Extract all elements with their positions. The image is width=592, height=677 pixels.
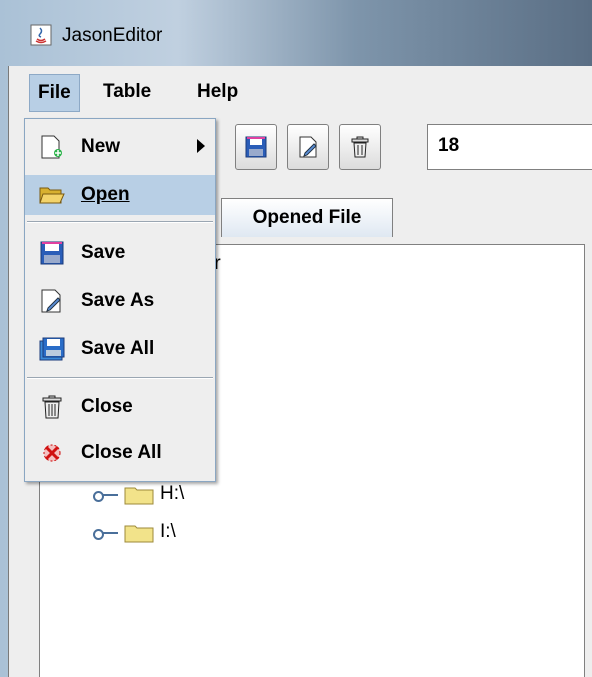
trash-icon bbox=[42, 395, 62, 419]
submenu-arrow-icon bbox=[197, 139, 205, 153]
folder-icon bbox=[124, 487, 154, 505]
menu-item-save-all[interactable]: Save All bbox=[25, 329, 215, 369]
menu-item-label: Close All bbox=[81, 442, 162, 463]
menu-item-close-all[interactable]: Close All bbox=[25, 433, 215, 473]
menu-help[interactable]: Help bbox=[189, 74, 246, 110]
app-window: JasonEditor File Table Help 18 Opened Fi… bbox=[0, 0, 592, 677]
menu-file[interactable]: File bbox=[29, 74, 80, 112]
menu-item-label: Save bbox=[81, 242, 126, 263]
number-field[interactable]: 18 bbox=[427, 124, 592, 170]
tree-expand-handle[interactable] bbox=[93, 529, 104, 540]
close-all-icon bbox=[43, 444, 61, 462]
save-all-icon bbox=[39, 337, 65, 361]
number-field-value: 18 bbox=[438, 135, 460, 156]
save-icon bbox=[40, 241, 64, 265]
menu-separator bbox=[27, 377, 213, 379]
menu-item-save-as[interactable]: Save As bbox=[25, 281, 215, 321]
save-as-icon bbox=[299, 136, 317, 158]
folder-icon bbox=[124, 525, 154, 543]
menu-item-label: Save All bbox=[81, 338, 155, 359]
tree-expand-handle[interactable] bbox=[93, 491, 104, 502]
menu-item-save[interactable]: Save bbox=[25, 233, 215, 273]
toolbar-save-button[interactable] bbox=[235, 124, 277, 170]
trash-icon bbox=[351, 136, 369, 158]
menu-item-label: Open bbox=[81, 184, 130, 205]
menu-item-label: Close bbox=[81, 396, 133, 417]
tree-item-label: I:\ bbox=[160, 521, 176, 542]
file-menu-dropdown: New Open Save Save As Save All Close Clo… bbox=[24, 118, 216, 482]
tree-item-label: H:\ bbox=[160, 483, 185, 504]
save-as-icon bbox=[41, 289, 61, 313]
window-title: JasonEditor bbox=[62, 25, 163, 46]
menu-item-label: New bbox=[81, 136, 121, 157]
menu-bar: File Table Help bbox=[9, 66, 592, 116]
menu-item-open[interactable]: Open bbox=[25, 175, 215, 215]
java-app-icon bbox=[30, 24, 52, 46]
tab-opened-file[interactable]: Opened File bbox=[221, 198, 393, 237]
new-file-icon bbox=[41, 135, 62, 159]
save-icon bbox=[245, 136, 267, 158]
toolbar-save-as-button[interactable] bbox=[287, 124, 329, 170]
menu-item-close[interactable]: Close bbox=[25, 387, 215, 427]
title-bar[interactable]: JasonEditor bbox=[0, 0, 592, 66]
menu-item-new[interactable]: New bbox=[25, 127, 215, 167]
toolbar-delete-button[interactable] bbox=[339, 124, 381, 170]
menu-table[interactable]: Table bbox=[95, 74, 159, 110]
menu-item-label: Save As bbox=[81, 290, 155, 311]
open-folder-icon bbox=[39, 187, 65, 204]
menu-separator bbox=[27, 221, 213, 223]
